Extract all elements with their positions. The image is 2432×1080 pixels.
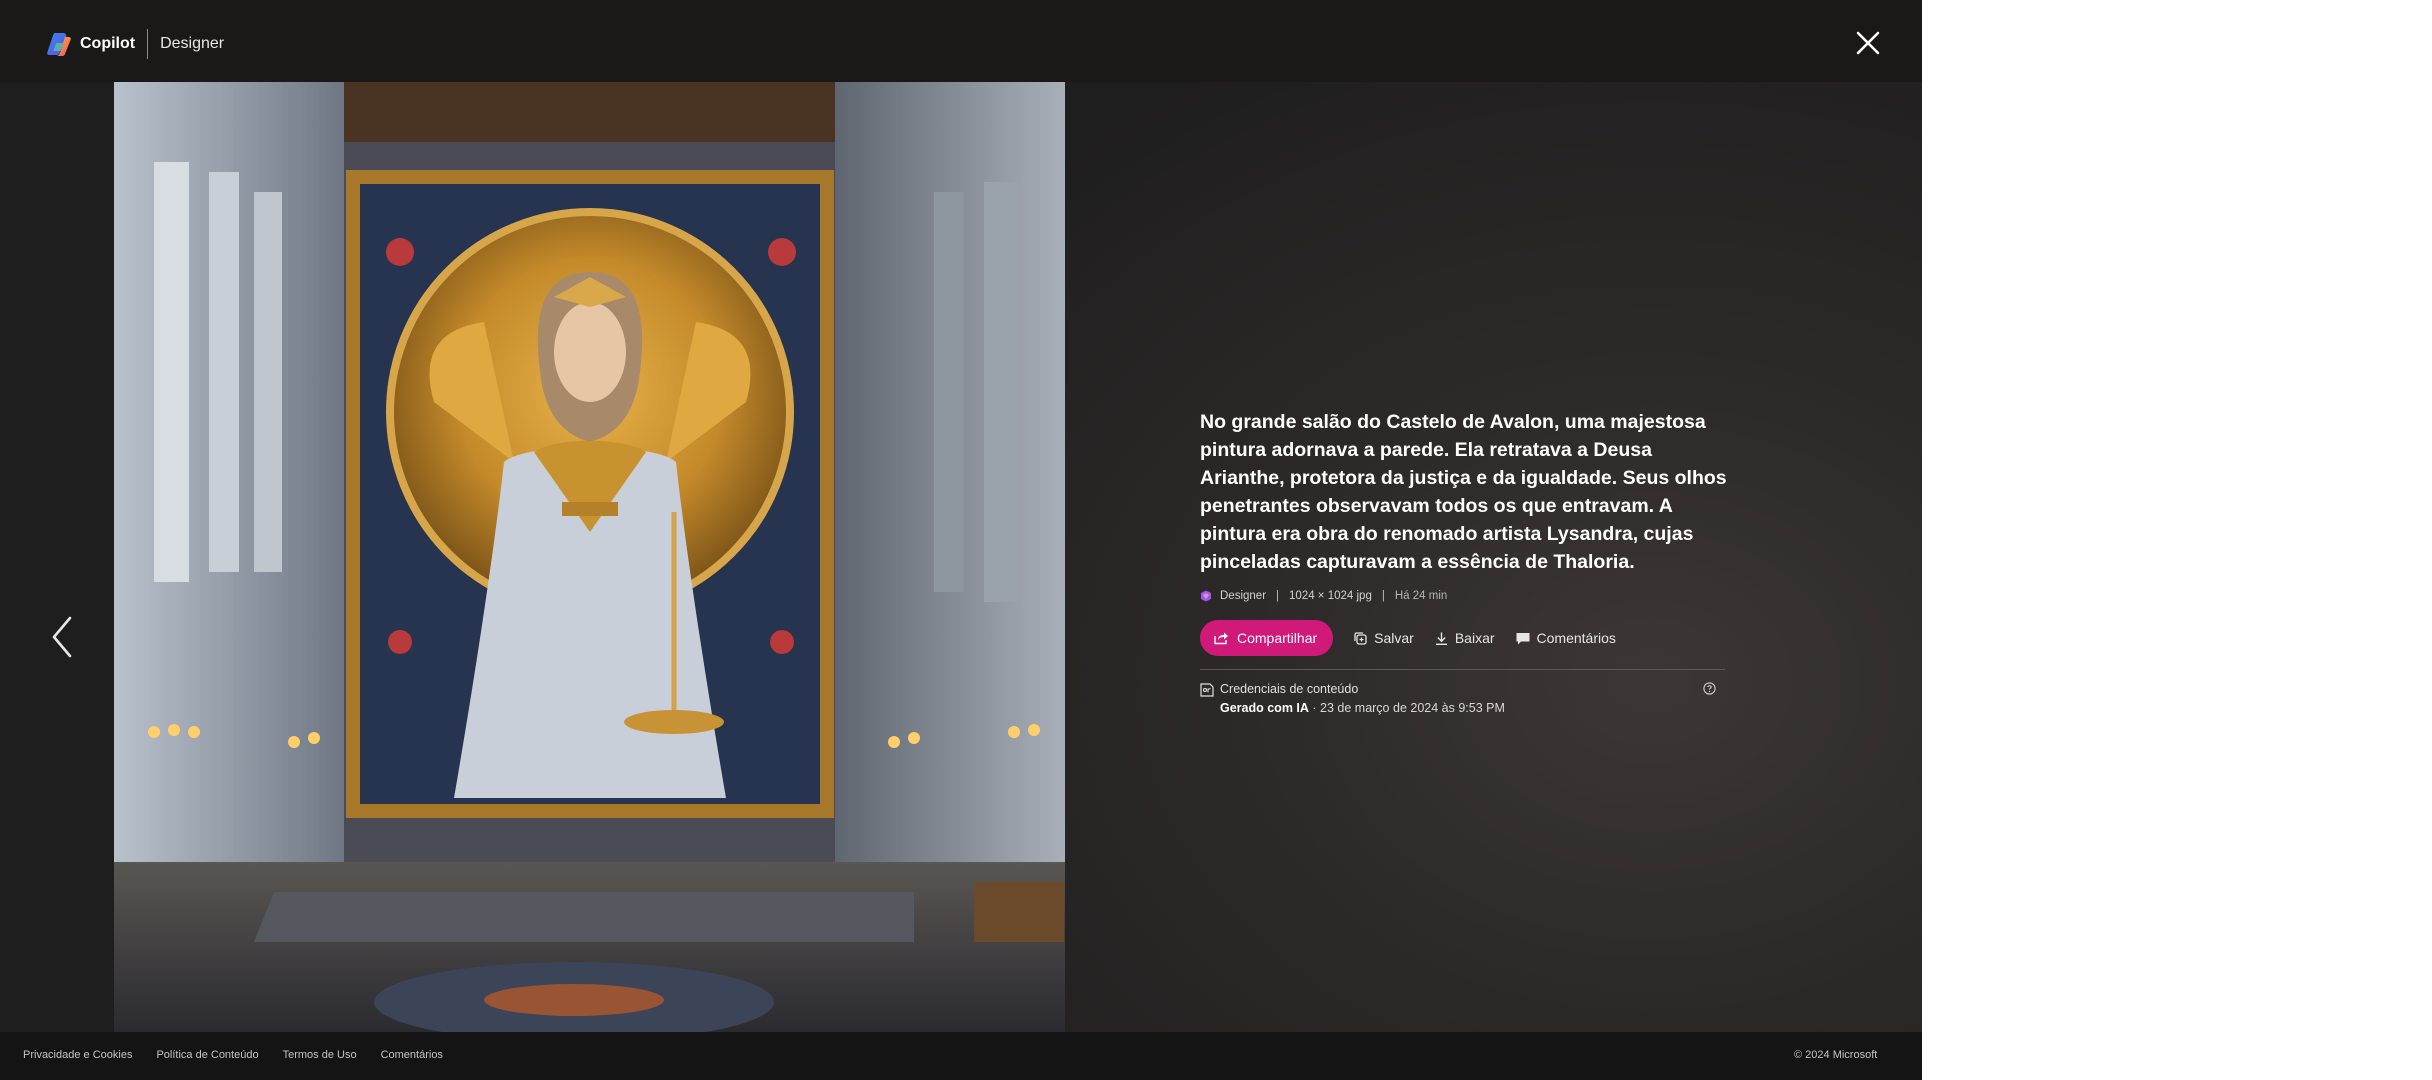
download-button[interactable]: Baixar (1434, 630, 1495, 646)
content-credentials: Credenciais de conteúdo Gerado com IA · … (1200, 680, 1728, 722)
panel-divider (1200, 669, 1725, 670)
close-icon[interactable] (1852, 27, 1884, 59)
comments-label: Comentários (1536, 630, 1616, 646)
chevron-left-icon[interactable] (44, 612, 80, 662)
share-button[interactable]: Compartilhar (1200, 620, 1334, 656)
footer-link-privacy[interactable]: Privacidade e Cookies (23, 1049, 132, 1061)
generated-image[interactable] (114, 82, 1065, 1033)
footer: Privacidade e Cookies Política de Conteú… (0, 1032, 1922, 1080)
meta-dimensions: 1024 × 1024 jpg (1289, 590, 1372, 602)
copyright: © 2024 Microsoft (1794, 1049, 1878, 1061)
brand-divider (147, 29, 149, 59)
content-credentials-icon (1200, 683, 1214, 697)
meta-separator: | (1381, 590, 1385, 602)
brand-designer-label: Designer (160, 35, 225, 52)
brand-copilot-label: Copilot (80, 35, 136, 52)
designer-logo-icon (1201, 590, 1211, 602)
comment-icon (1516, 632, 1530, 644)
image-viewer-app: Copilot Designer No grande salão do Cast… (0, 0, 1922, 1080)
copilot-logo-icon (47, 33, 71, 56)
top-bar: Copilot Designer (0, 0, 1922, 82)
image-caption: No grande salão do Castelo de Avalon, um… (1200, 411, 1727, 573)
footer-link-feedback[interactable]: Comentários (381, 1049, 443, 1061)
save-label: Salvar (1374, 630, 1414, 646)
credentials-date: · 23 de março de 2024 às 9:53 PM (1308, 701, 1505, 715)
footer-link-terms[interactable]: Termos de Uso (283, 1049, 357, 1061)
download-icon (1435, 632, 1447, 645)
share-label: Compartilhar (1237, 630, 1318, 646)
share-icon (1214, 632, 1228, 645)
brand[interactable]: Copilot Designer (46, 29, 225, 59)
details-panel: No grande salão do Castelo de Avalon, um… (1200, 408, 1728, 722)
meta-time: Há 24 min (1394, 590, 1448, 602)
help-icon[interactable] (1703, 682, 1716, 695)
meta-separator: | (1276, 590, 1280, 602)
credentials-title: Credenciais de conteúdo (1220, 682, 1359, 696)
meta-source: Designer (1220, 590, 1267, 602)
footer-link-content-policy[interactable]: Política de Conteúdo (156, 1049, 258, 1061)
collection-icon (1354, 631, 1367, 645)
footer-links: Privacidade e Cookies Política de Conteú… (23, 1049, 467, 1061)
credentials-detail: Gerado com IA · 23 de março de 2024 às 9… (1220, 701, 1505, 715)
comments-button[interactable]: Comentários (1515, 630, 1616, 646)
download-label: Baixar (1454, 630, 1495, 646)
save-button[interactable]: Salvar (1353, 630, 1414, 646)
image-meta: Designer | 1024 × 1024 jpg | Há 24 min (1200, 590, 1728, 602)
action-bar: Compartilhar Salvar Baixar Comentários (1200, 620, 1728, 656)
credentials-generated: Gerado com IA (1220, 701, 1309, 715)
